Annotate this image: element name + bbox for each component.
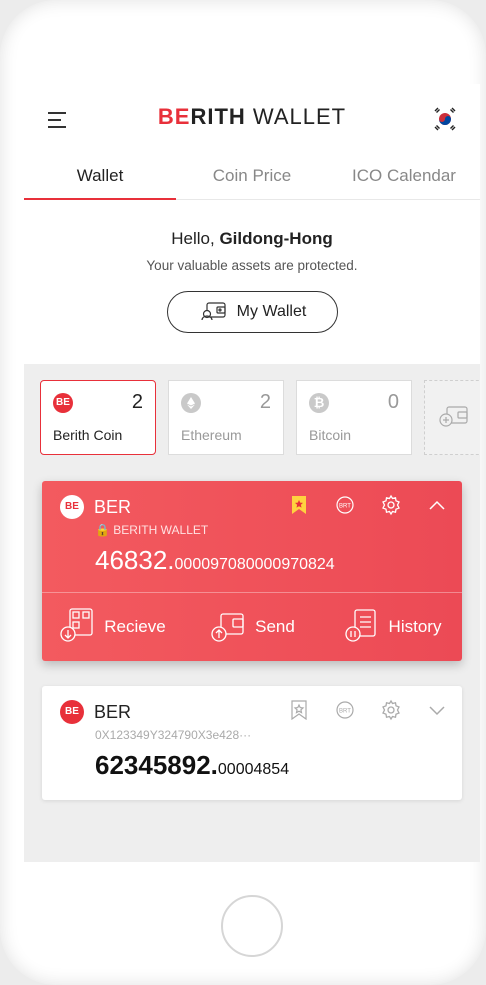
add-wallet-icon	[437, 401, 471, 434]
top-bar: BERITH WALLET	[24, 84, 480, 154]
add-coin-button[interactable]	[424, 380, 480, 455]
app-logo: BERITH WALLET	[24, 104, 480, 130]
logo-wallet: WALLET	[252, 104, 347, 129]
history-label: History	[388, 617, 442, 636]
balance-int: 46832.	[95, 545, 175, 575]
bookmark-icon[interactable]	[288, 698, 310, 722]
coin-card-bitcoin[interactable]: ₿ 0 Bitcoin	[296, 380, 412, 455]
user-name: Gildong-Hong	[219, 229, 333, 248]
chevron-down-icon[interactable]	[426, 698, 448, 722]
card-toolbar: BRT	[288, 698, 448, 722]
qr-receive-icon	[58, 606, 96, 649]
bookmark-icon[interactable]	[288, 493, 310, 517]
logo-brand: BE	[157, 104, 191, 129]
coin-count: 2	[131, 391, 143, 413]
coin-selector: BE 2 Berith Coin 2 Ethereum ₿ 0 Bitcoin	[40, 380, 480, 455]
lock-icon: 🔒	[95, 523, 110, 537]
coin-card-berith[interactable]: BE 2 Berith Coin	[40, 380, 156, 455]
logo-rest: RITH	[190, 104, 246, 129]
wallet-card[interactable]: BE BER BRT 0X123349Y324790X3e428··· 6234…	[42, 686, 462, 800]
receive-label: Recieve	[104, 617, 166, 636]
ethereum-icon	[181, 393, 201, 413]
svg-text:BRT: BRT	[339, 709, 351, 715]
wallet-icon	[199, 299, 229, 326]
berith-logo-icon: BE	[60, 495, 84, 519]
receive-button[interactable]: Recieve	[42, 593, 182, 661]
my-wallet-button[interactable]: My Wallet	[167, 291, 338, 333]
send-button[interactable]: Send	[182, 593, 322, 661]
chevron-up-icon[interactable]	[426, 493, 448, 517]
tab-wallet[interactable]: Wallet	[24, 154, 176, 200]
brt-swap-icon[interactable]: BRT	[334, 698, 356, 722]
card-toolbar: BRT	[288, 493, 448, 517]
wallet-address: 0X123349Y324790X3e428···	[95, 728, 252, 742]
home-button[interactable]	[221, 895, 283, 957]
gear-icon[interactable]	[380, 698, 402, 722]
card-actions: Recieve Send History	[42, 593, 462, 661]
send-label: Send	[255, 617, 295, 636]
balance-decimal: 00004854	[217, 761, 290, 778]
balance-decimal: 000097080000970824	[174, 556, 335, 573]
coin-count: 0	[387, 391, 399, 413]
greeting-hello: Hello,	[171, 229, 215, 248]
coin-card-ethereum[interactable]: 2 Ethereum	[168, 380, 284, 455]
korea-flag-icon[interactable]	[432, 106, 458, 132]
history-button[interactable]: History	[322, 593, 462, 661]
wallet-label: 🔒 BERITH WALLET	[95, 523, 208, 537]
wallet-send-icon	[209, 606, 247, 649]
wallet-coin-name: BER	[94, 497, 132, 517]
main-tabs: Wallet Coin Price ICO Calendar	[24, 154, 480, 200]
coin-name: Bitcoin	[309, 427, 352, 443]
bitcoin-icon: ₿	[309, 393, 329, 413]
coin-name: Ethereum	[181, 427, 242, 443]
tab-ico-calendar[interactable]: ICO Calendar	[328, 154, 480, 199]
wallet-balance: 62345892.00004854	[95, 750, 289, 781]
gear-icon[interactable]	[380, 493, 402, 517]
phone-frame: BERITH WALLET Wallet Coin Price ICO Cale…	[0, 0, 486, 985]
coin-count: 2	[259, 391, 271, 413]
coin-name: Berith Coin	[53, 427, 123, 443]
wallet-balance: 46832.000097080000970824	[95, 545, 335, 576]
wallet-card-active[interactable]: BE BER BRT 🔒 BERITH WALLET 46832.0000970…	[42, 481, 462, 661]
berith-logo-icon: BE	[60, 700, 84, 724]
app-screen: BERITH WALLET Wallet Coin Price ICO Cale…	[24, 84, 480, 862]
wallet-area: BE 2 Berith Coin 2 Ethereum ₿ 0 Bitcoin	[24, 364, 480, 862]
wallet-label-text: BERITH WALLET	[113, 523, 209, 537]
tab-coin-price[interactable]: Coin Price	[176, 154, 328, 199]
greeting-subtitle: Your valuable assets are protected.	[146, 258, 358, 273]
berith-logo-icon: BE	[53, 393, 73, 413]
my-wallet-label: My Wallet	[236, 303, 307, 320]
history-icon	[343, 606, 381, 649]
brt-swap-icon[interactable]: BRT	[334, 493, 356, 517]
wallet-coin-name: BER	[94, 702, 132, 722]
greeting: Hello, Gildong-Hong	[24, 229, 480, 249]
balance-int: 62345892.	[95, 750, 218, 780]
svg-text:BRT: BRT	[339, 504, 351, 510]
